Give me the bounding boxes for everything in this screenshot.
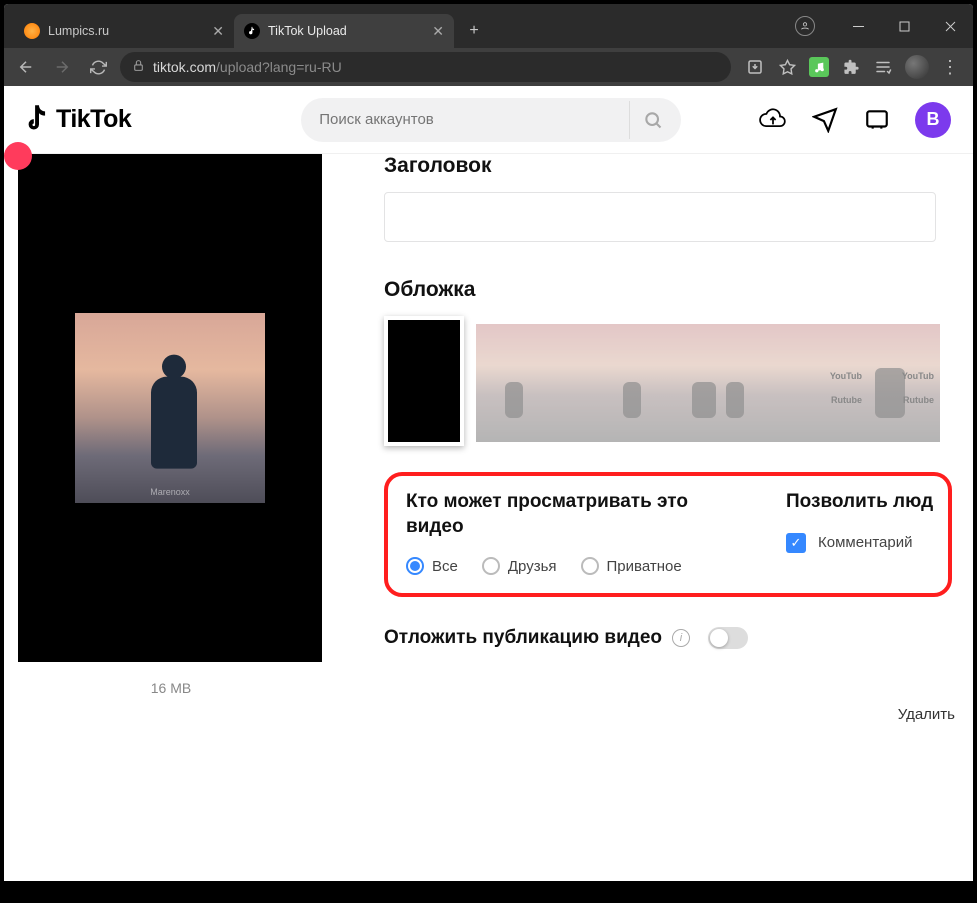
account-badge-icon[interactable] — [795, 16, 815, 36]
upload-icon[interactable] — [759, 106, 787, 134]
watermark-label: YouTub — [902, 371, 934, 381]
new-tab-button[interactable]: + — [460, 17, 488, 45]
visibility-options: Все Друзья Приватное — [406, 557, 736, 575]
delete-button[interactable]: Удалить — [898, 706, 955, 723]
watermark-label: Rutube — [903, 395, 934, 405]
favicon-lumpics — [24, 23, 40, 39]
extensions-puzzle-icon[interactable] — [841, 57, 861, 77]
checkbox-label: Комментарий — [818, 534, 912, 551]
comment-checkbox[interactable]: ✓ Комментарий — [786, 533, 933, 553]
messages-icon[interactable] — [811, 106, 839, 134]
favicon-tiktok — [244, 23, 260, 39]
tab-title: TikTok Upload — [268, 24, 424, 38]
reload-button[interactable] — [84, 53, 112, 81]
kebab-menu-icon[interactable]: ⋮ — [941, 57, 959, 78]
tab-close-icon[interactable]: ✕ — [432, 23, 444, 40]
music-extension-icon[interactable] — [809, 57, 829, 77]
avatar-initial: В — [927, 109, 940, 130]
browser-tabs: Lumpics.ru ✕ TikTok Upload ✕ + — [4, 4, 488, 48]
site-header: TikTok В — [4, 86, 973, 154]
visibility-title: Кто может просматривать это видео — [406, 490, 736, 539]
cover-thumb[interactable]: YouTub Rutube — [770, 324, 868, 442]
tab-title: Lumpics.ru — [48, 24, 204, 38]
header-actions: В — [759, 102, 951, 138]
radio-all[interactable]: Все — [406, 557, 458, 575]
cover-thumb[interactable] — [476, 324, 574, 442]
install-icon[interactable] — [745, 57, 765, 77]
video-preview[interactable]: Marenoxx — [18, 154, 322, 662]
cover-thumb[interactable]: YouTub Rutube — [868, 324, 940, 442]
visibility-highlight: Кто может просматривать это видео Все Др… — [384, 472, 952, 597]
url-path: /upload?lang=ru-RU — [216, 59, 342, 75]
window-titlebar: Lumpics.ru ✕ TikTok Upload ✕ + — [4, 4, 973, 48]
window-controls — [795, 4, 973, 48]
preview-watermark: Marenoxx — [150, 487, 190, 497]
radio-private[interactable]: Приватное — [581, 557, 682, 575]
minimize-button[interactable] — [835, 4, 881, 48]
url-input[interactable]: tiktok.com/upload?lang=ru-RU — [120, 52, 731, 82]
tiktok-note-icon — [26, 105, 52, 135]
schedule-toggle[interactable] — [708, 627, 748, 649]
inbox-icon[interactable] — [863, 106, 891, 134]
back-button[interactable] — [12, 53, 40, 81]
close-button[interactable] — [927, 4, 973, 48]
upload-progress-badge — [4, 142, 32, 170]
checkbox-checked-icon: ✓ — [786, 533, 806, 553]
lock-icon — [132, 59, 145, 75]
forward-button[interactable] — [48, 53, 76, 81]
extensions-area: ⋮ — [739, 55, 965, 79]
user-avatar[interactable]: В — [915, 102, 951, 138]
allow-title: Позволить люд — [786, 490, 933, 515]
radio-label: Друзья — [508, 558, 557, 575]
maximize-button[interactable] — [881, 4, 927, 48]
tab-close-icon[interactable]: ✕ — [212, 23, 224, 40]
cover-thumb[interactable] — [672, 324, 770, 442]
radio-label: Все — [432, 558, 458, 575]
cover-thumb[interactable] — [574, 324, 672, 442]
allow-section: Позволить люд ✓ Комментарий — [786, 490, 933, 575]
schedule-row: Отложить публикацию видео i — [384, 627, 973, 649]
page-content: TikTok В Mareno — [4, 86, 973, 899]
reading-list-icon[interactable] — [873, 57, 893, 77]
preview-column: Marenoxx 16 MB — [4, 154, 324, 899]
visibility-section: Кто может просматривать это видео Все Др… — [406, 490, 736, 575]
watermark-label: Rutube — [831, 395, 862, 405]
upload-container: Marenoxx 16 MB Заголовок Обложка YouTub R… — [4, 154, 973, 899]
address-bar: tiktok.com/upload?lang=ru-RU ⋮ — [4, 48, 973, 86]
covers-row: YouTub Rutube YouTub Rutube — [384, 316, 973, 446]
schedule-label: Отложить публикацию видео — [384, 627, 662, 649]
radio-icon — [482, 557, 500, 575]
info-icon[interactable]: i — [672, 629, 690, 647]
url-text: tiktok.com/upload?lang=ru-RU — [153, 59, 342, 75]
file-size-label: 16 MB — [18, 680, 324, 696]
preview-frame-image: Marenoxx — [75, 313, 265, 503]
tab-tiktok-upload[interactable]: TikTok Upload ✕ — [234, 14, 454, 48]
tab-lumpics[interactable]: Lumpics.ru ✕ — [14, 14, 234, 48]
radio-label: Приватное — [607, 558, 682, 575]
cover-thumb-selected[interactable] — [384, 316, 464, 446]
search-input[interactable] — [319, 111, 629, 128]
title-input[interactable] — [384, 192, 936, 242]
title-section-label: Заголовок — [384, 154, 973, 178]
url-host: tiktok.com — [153, 59, 216, 75]
profile-avatar-icon[interactable] — [905, 55, 929, 79]
search-button[interactable] — [629, 101, 675, 139]
bookmark-star-icon[interactable] — [777, 57, 797, 77]
cover-section-label: Обложка — [384, 278, 973, 302]
brand-text: TikTok — [56, 105, 131, 134]
watermark-label: YouTub — [830, 371, 862, 381]
bottom-bar — [4, 881, 973, 899]
tiktok-logo[interactable]: TikTok — [26, 105, 131, 135]
radio-friends[interactable]: Друзья — [482, 557, 557, 575]
form-column: Заголовок Обложка YouTub Rutube YouTub Rut… — [324, 154, 973, 899]
search-box[interactable] — [301, 98, 681, 142]
radio-icon — [406, 557, 424, 575]
radio-icon — [581, 557, 599, 575]
